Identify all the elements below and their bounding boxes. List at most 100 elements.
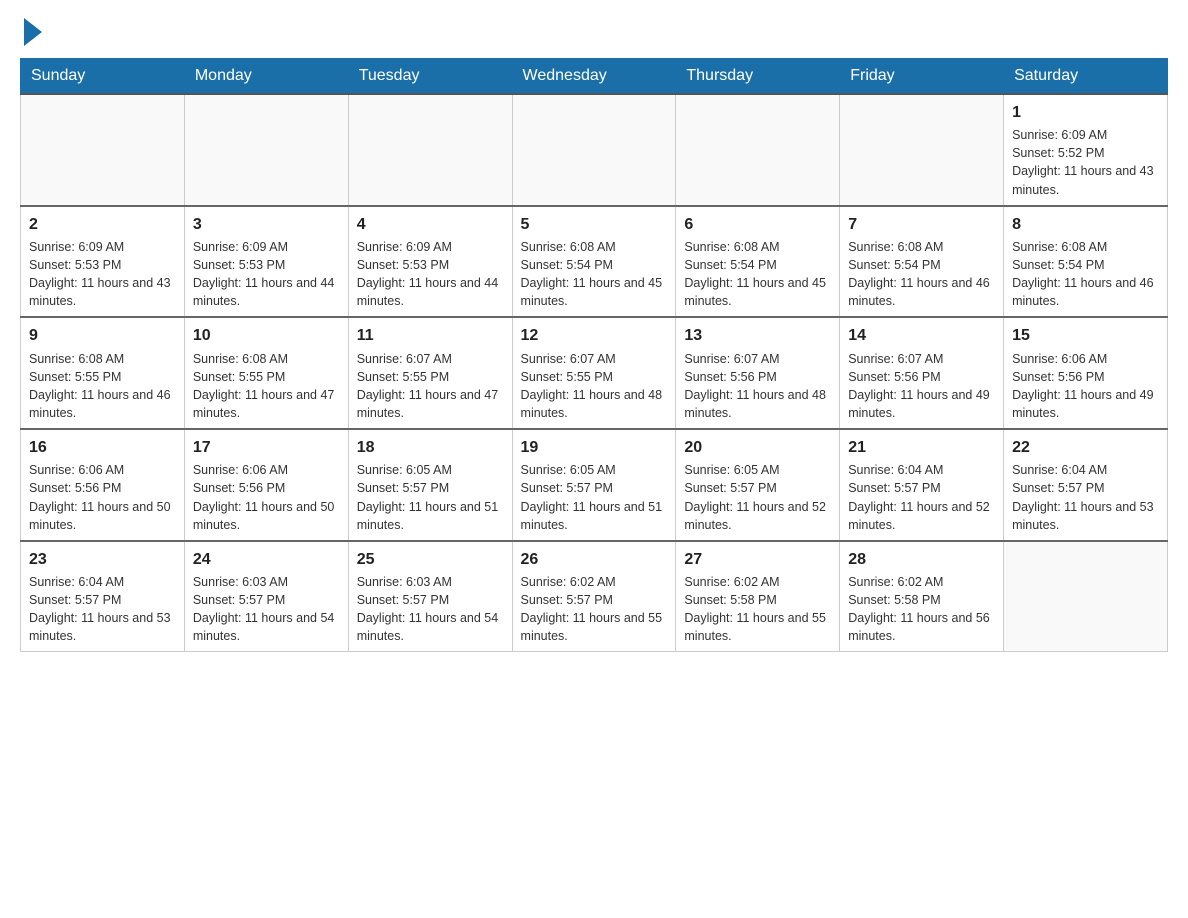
day-of-week-header: Sunday: [21, 59, 185, 95]
day-of-week-header: Saturday: [1004, 59, 1168, 95]
day-number: 16: [29, 436, 176, 459]
calendar-cell: 24Sunrise: 6:03 AMSunset: 5:57 PMDayligh…: [184, 541, 348, 652]
day-number: 24: [193, 548, 340, 571]
calendar-cell: 14 Sunrise: 6:07 AMSunset: 5:56 PMDayligh…: [840, 317, 1004, 429]
day-number: 6: [684, 213, 831, 236]
day-number: 15: [1012, 324, 1159, 347]
calendar-cell: 10 Sunrise: 6:08 AMSunset: 5:55 PMDayligh…: [184, 317, 348, 429]
cell-sun-info: Sunrise: 6:09 AMSunset: 5:53 PMDaylight:…: [193, 238, 340, 311]
day-number: 1: [1012, 101, 1159, 124]
logo-general-text: [20, 20, 42, 46]
day-number: 19: [521, 436, 668, 459]
calendar-week-row: 1Sunrise: 6:09 AMSunset: 5:52 PMDaylight…: [21, 94, 1168, 206]
calendar-cell: 20Sunrise: 6:05 AMSunset: 5:57 PMDayligh…: [676, 429, 840, 541]
day-number: 21: [848, 436, 995, 459]
day-number: 8: [1012, 213, 1159, 236]
calendar-cell: 25Sunrise: 6:03 AMSunset: 5:57 PMDayligh…: [348, 541, 512, 652]
cell-sun-info: Sunrise: 6:04 AMSunset: 5:57 PMDaylight:…: [1012, 461, 1159, 534]
calendar-cell: 18Sunrise: 6:05 AMSunset: 5:57 PMDayligh…: [348, 429, 512, 541]
calendar-cell: 7Sunrise: 6:08 AMSunset: 5:54 PMDaylight…: [840, 206, 1004, 318]
calendar-cell: 1Sunrise: 6:09 AMSunset: 5:52 PMDaylight…: [1004, 94, 1168, 206]
calendar-cell: 22Sunrise: 6:04 AMSunset: 5:57 PMDayligh…: [1004, 429, 1168, 541]
day-of-week-header: Thursday: [676, 59, 840, 95]
logo: [20, 20, 42, 42]
cell-sun-info: Sunrise: 6:09 AMSunset: 5:52 PMDaylight:…: [1012, 126, 1159, 199]
day-number: 9: [29, 324, 176, 347]
day-number: 23: [29, 548, 176, 571]
cell-sun-info: Sunrise: 6:03 AMSunset: 5:57 PMDaylight:…: [193, 573, 340, 646]
calendar-cell: [676, 94, 840, 206]
day-number: 12: [521, 324, 668, 347]
calendar-cell: 17Sunrise: 6:06 AMSunset: 5:56 PMDayligh…: [184, 429, 348, 541]
cell-sun-info: Sunrise: 6:05 AMSunset: 5:57 PMDaylight:…: [357, 461, 504, 534]
cell-sun-info: Sunrise: 6:02 AMSunset: 5:57 PMDaylight:…: [521, 573, 668, 646]
day-of-week-header: Monday: [184, 59, 348, 95]
day-of-week-header: Wednesday: [512, 59, 676, 95]
calendar-cell: 16Sunrise: 6:06 AMSunset: 5:56 PMDayligh…: [21, 429, 185, 541]
cell-sun-info: Sunrise: 6:08 AMSunset: 5:55 PMDaylight:…: [193, 350, 340, 423]
day-of-week-header: Friday: [840, 59, 1004, 95]
calendar-cell: 28Sunrise: 6:02 AMSunset: 5:58 PMDayligh…: [840, 541, 1004, 652]
calendar-cell: [840, 94, 1004, 206]
calendar-cell: 9 Sunrise: 6:08 AMSunset: 5:55 PMDaylight…: [21, 317, 185, 429]
day-number: 18: [357, 436, 504, 459]
day-number: 17: [193, 436, 340, 459]
cell-sun-info: Sunrise: 6:09 AMSunset: 5:53 PMDaylight:…: [357, 238, 504, 311]
day-number: 14: [848, 324, 995, 347]
calendar-cell: 6Sunrise: 6:08 AMSunset: 5:54 PMDaylight…: [676, 206, 840, 318]
calendar-cell: 23Sunrise: 6:04 AMSunset: 5:57 PMDayligh…: [21, 541, 185, 652]
day-number: 20: [684, 436, 831, 459]
cell-sun-info: Sunrise: 6:07 AMSunset: 5:56 PMDaylight:…: [848, 350, 995, 423]
calendar-cell: [184, 94, 348, 206]
cell-sun-info: Sunrise: 6:02 AMSunset: 5:58 PMDaylight:…: [848, 573, 995, 646]
calendar-cell: 26Sunrise: 6:02 AMSunset: 5:57 PMDayligh…: [512, 541, 676, 652]
calendar-cell: [512, 94, 676, 206]
day-number: 10: [193, 324, 340, 347]
day-number: 3: [193, 213, 340, 236]
day-of-week-header: Tuesday: [348, 59, 512, 95]
cell-sun-info: Sunrise: 6:08 AMSunset: 5:54 PMDaylight:…: [1012, 238, 1159, 311]
calendar-cell: 21Sunrise: 6:04 AMSunset: 5:57 PMDayligh…: [840, 429, 1004, 541]
cell-sun-info: Sunrise: 6:08 AMSunset: 5:54 PMDaylight:…: [521, 238, 668, 311]
cell-sun-info: Sunrise: 6:06 AMSunset: 5:56 PMDaylight:…: [29, 461, 176, 534]
cell-sun-info: Sunrise: 6:03 AMSunset: 5:57 PMDaylight:…: [357, 573, 504, 646]
page-header: [20, 20, 1168, 42]
calendar-header-row: SundayMondayTuesdayWednesdayThursdayFrid…: [21, 59, 1168, 95]
calendar-cell: [1004, 541, 1168, 652]
cell-sun-info: Sunrise: 6:05 AMSunset: 5:57 PMDaylight:…: [684, 461, 831, 534]
calendar-cell: 8Sunrise: 6:08 AMSunset: 5:54 PMDaylight…: [1004, 206, 1168, 318]
day-number: 2: [29, 213, 176, 236]
calendar-cell: 5Sunrise: 6:08 AMSunset: 5:54 PMDaylight…: [512, 206, 676, 318]
calendar-cell: 27Sunrise: 6:02 AMSunset: 5:58 PMDayligh…: [676, 541, 840, 652]
calendar-cell: 19Sunrise: 6:05 AMSunset: 5:57 PMDayligh…: [512, 429, 676, 541]
day-number: 4: [357, 213, 504, 236]
cell-sun-info: Sunrise: 6:02 AMSunset: 5:58 PMDaylight:…: [684, 573, 831, 646]
day-number: 7: [848, 213, 995, 236]
calendar-week-row: 16Sunrise: 6:06 AMSunset: 5:56 PMDayligh…: [21, 429, 1168, 541]
cell-sun-info: Sunrise: 6:06 AMSunset: 5:56 PMDaylight:…: [1012, 350, 1159, 423]
calendar-cell: [21, 94, 185, 206]
calendar-table: SundayMondayTuesdayWednesdayThursdayFrid…: [20, 58, 1168, 652]
day-number: 11: [357, 324, 504, 347]
cell-sun-info: Sunrise: 6:05 AMSunset: 5:57 PMDaylight:…: [521, 461, 668, 534]
cell-sun-info: Sunrise: 6:08 AMSunset: 5:54 PMDaylight:…: [848, 238, 995, 311]
day-number: 27: [684, 548, 831, 571]
day-number: 22: [1012, 436, 1159, 459]
cell-sun-info: Sunrise: 6:08 AMSunset: 5:55 PMDaylight:…: [29, 350, 176, 423]
calendar-week-row: 23Sunrise: 6:04 AMSunset: 5:57 PMDayligh…: [21, 541, 1168, 652]
day-number: 26: [521, 548, 668, 571]
cell-sun-info: Sunrise: 6:04 AMSunset: 5:57 PMDaylight:…: [29, 573, 176, 646]
cell-sun-info: Sunrise: 6:07 AMSunset: 5:55 PMDaylight:…: [357, 350, 504, 423]
cell-sun-info: Sunrise: 6:09 AMSunset: 5:53 PMDaylight:…: [29, 238, 176, 311]
calendar-week-row: 9 Sunrise: 6:08 AMSunset: 5:55 PMDaylight…: [21, 317, 1168, 429]
cell-sun-info: Sunrise: 6:07 AMSunset: 5:55 PMDaylight:…: [521, 350, 668, 423]
calendar-cell: 12 Sunrise: 6:07 AMSunset: 5:55 PMDayligh…: [512, 317, 676, 429]
calendar-cell: 2Sunrise: 6:09 AMSunset: 5:53 PMDaylight…: [21, 206, 185, 318]
calendar-cell: 15 Sunrise: 6:06 AMSunset: 5:56 PMDayligh…: [1004, 317, 1168, 429]
calendar-cell: 4Sunrise: 6:09 AMSunset: 5:53 PMDaylight…: [348, 206, 512, 318]
calendar-cell: 13Sunrise: 6:07 AMSunset: 5:56 PMDayligh…: [676, 317, 840, 429]
calendar-cell: 3Sunrise: 6:09 AMSunset: 5:53 PMDaylight…: [184, 206, 348, 318]
cell-sun-info: Sunrise: 6:04 AMSunset: 5:57 PMDaylight:…: [848, 461, 995, 534]
day-number: 28: [848, 548, 995, 571]
calendar-cell: [348, 94, 512, 206]
